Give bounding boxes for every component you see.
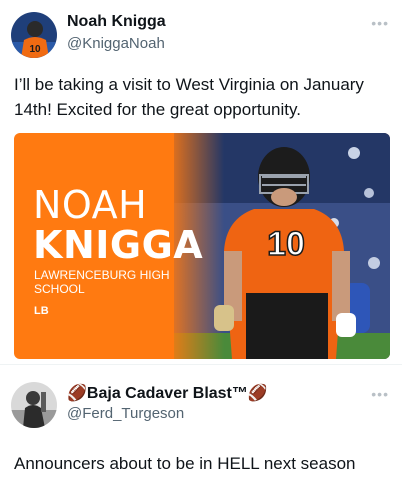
more-options-icon[interactable]: ••• [371,387,389,401]
user-handle[interactable]: @Ferd_Turgeson [67,405,184,422]
football-emoji-icon: 🏈 [247,385,268,402]
user-handle[interactable]: @KniggaNoah [67,35,165,52]
tweet-noah-knigga: 10 Noah Knigga @KniggaNoah ••• I’ll be t… [0,0,402,364]
avatar-baja-image [11,382,57,428]
graphic-position: LB [34,305,49,317]
display-name-text: 🏈Baja Cadaver Blast™ [67,385,248,402]
graphic-school: LAWRENCEBURG HIGH SCHOOL [34,268,170,296]
more-options-icon[interactable]: ••• [371,16,389,30]
tweet-media-image[interactable]: 10 NOAH KNIGGA LAWRENCEBURG HIGH SCHOOL … [14,133,390,359]
tweet-text: I’ll be taking a visit to West Virginia … [14,75,364,119]
avatar-noah[interactable]: 10 [11,12,57,58]
graphic-last-name: KNIGGA [33,223,204,267]
tweet-baja-cadaver-blast: 🏈Baja Cadaver Blast™🏈 @Ferd_Turgeson •••… [0,365,402,500]
graphic-first-name: NOAH [33,183,148,227]
display-name[interactable]: Noah Knigga [67,13,166,31]
display-name[interactable]: 🏈Baja Cadaver Blast™🏈 [67,383,268,403]
svg-text:10: 10 [29,44,41,55]
avatar-noah-image: 10 [11,12,57,58]
tweet-text: Announcers about to be in HELL next seas… [14,454,356,473]
jersey-number: 10 [267,225,305,263]
avatar-baja[interactable] [11,382,57,428]
